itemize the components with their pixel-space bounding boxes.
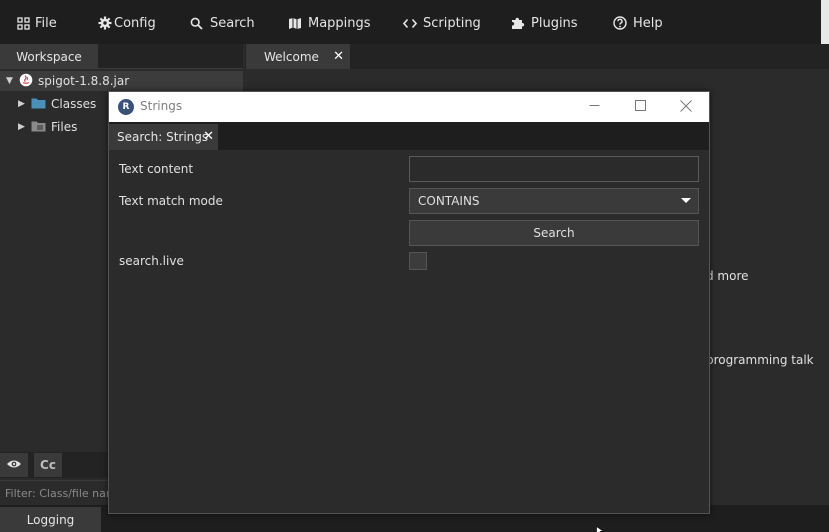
match-mode-value: CONTAINS [418,194,480,208]
menu-bar: File Config Search Mappings Scripting Pl… [0,0,829,44]
menu-help[interactable]: Help [613,14,663,32]
map-icon [288,17,302,30]
minimize-icon [589,100,600,114]
menu-mappings[interactable]: Mappings [288,14,371,32]
chevron-down-icon[interactable]: ▼ [6,76,14,86]
tree-item-classes-label: Classes [51,97,97,111]
window-edge [821,0,829,44]
tab-welcome-label: Welcome [264,49,319,64]
strings-dialog: R Strings Search: Strings ✕ Text content… [108,91,710,514]
menu-config-label: Config [114,15,156,31]
caret-down-icon [681,198,691,203]
welcome-text-line: d more [706,269,749,283]
dialog-title: Strings [140,99,183,113]
chevron-right-icon[interactable]: ▶ [18,99,26,109]
maximize-button[interactable] [617,92,663,122]
filter-bar [0,480,110,504]
match-mode-select[interactable]: CONTAINS [409,188,699,214]
tab-welcome[interactable]: Welcome ✕ [246,44,350,69]
menu-scripting[interactable]: Scripting [403,14,481,32]
mouse-cursor-icon [596,524,605,532]
dialog-titlebar[interactable]: R Strings [109,92,709,122]
tab-workspace[interactable]: Workspace [0,44,98,69]
menu-file[interactable]: File [17,14,57,32]
live-label: search.live [119,254,184,268]
tab-workspace-label: Workspace [16,49,82,64]
search-icon [190,17,203,30]
grid-icon [17,16,30,30]
menu-plugins[interactable]: Plugins [511,14,578,32]
tab-logging[interactable]: Logging [0,507,101,532]
menu-help-label: Help [633,15,663,31]
maximize-icon [634,100,646,114]
tree-item-files[interactable]: ▶ Files [18,117,77,137]
jar-icon [19,73,33,90]
tab-logging-label: Logging [26,512,75,527]
case-sensitive-label: Cc [40,458,56,472]
menu-mappings-label: Mappings [308,15,371,31]
app-logo-icon: R [118,99,134,115]
text-content-input[interactable] [409,156,699,182]
toggle-visibility-button[interactable] [0,453,28,477]
tree-item-root-label: spigot-1.8.8.jar [38,74,130,88]
minimize-button[interactable] [571,92,617,122]
case-sensitive-button[interactable]: Cc [34,453,62,477]
tree-item-files-label: Files [51,120,78,134]
puzzle-icon [511,16,525,30]
welcome-text-line: programming talk [706,353,814,367]
gear-icon [98,16,112,30]
close-icon[interactable]: ✕ [203,129,214,144]
menu-search[interactable]: Search [190,14,255,32]
files-folder-icon [31,120,46,135]
match-mode-label: Text match mode [119,194,223,208]
menu-plugins-label: Plugins [531,15,578,31]
folder-icon [31,97,46,112]
search-button[interactable]: Search [409,220,699,246]
tab-search-strings[interactable]: Search: Strings ✕ [109,124,218,150]
search-button-label: Search [533,226,575,240]
tree-item-classes[interactable]: ▶ Classes [18,94,96,114]
close-icon[interactable]: ✕ [333,49,344,64]
menu-scripting-label: Scripting [423,15,481,31]
close-window-button[interactable] [663,92,709,122]
eye-icon [6,458,22,472]
code-icon [403,18,417,29]
tab-search-strings-label: Search: Strings [117,130,209,144]
live-search-checkbox[interactable] [409,252,427,270]
text-content-label: Text content [119,162,194,176]
filter-input[interactable] [5,485,109,501]
menu-config[interactable]: Config [98,14,156,32]
help-icon [613,16,627,30]
menu-file-label: File [35,15,57,31]
tree-item-root[interactable]: ▼ spigot-1.8.8.jar [0,71,243,91]
close-icon [680,99,692,115]
menu-search-label: Search [210,15,255,31]
chevron-right-icon[interactable]: ▶ [18,122,26,132]
